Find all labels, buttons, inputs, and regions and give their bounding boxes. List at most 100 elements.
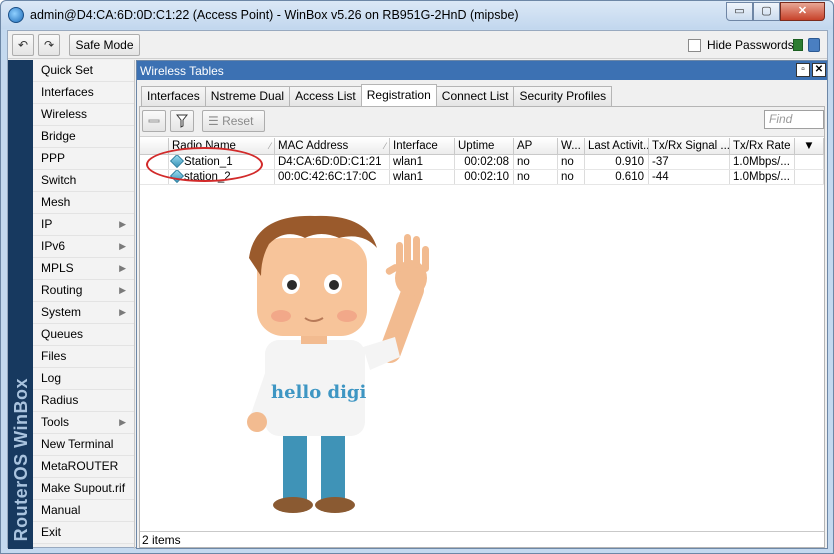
cell-text: 00:02:10 (464, 171, 509, 183)
tab-access-list[interactable]: Access List (289, 86, 362, 106)
sidebar-item[interactable]: MetaROUTER (33, 456, 134, 478)
cell-interface: wlan1 (390, 155, 455, 169)
safe-mode-button[interactable]: Safe Mode (69, 34, 140, 56)
cell-uptime: 00:02:10 (455, 170, 514, 184)
sidebar-item[interactable]: Manual (33, 500, 134, 522)
sidebar-item-label: Manual (41, 503, 81, 517)
column-header[interactable]: W... (558, 138, 585, 154)
row-end-cell (795, 170, 824, 184)
cell-mac: 00:0C:42:6C:17:0C (275, 170, 390, 184)
sidebar-item[interactable]: System ▶ (33, 302, 134, 324)
cell-rate: 1.0Mbps/... (730, 155, 795, 169)
cell-text: 00:0C:42:6C:17:0C (278, 171, 377, 183)
lock-icon (808, 38, 820, 52)
minimize-button[interactable]: ▭ (726, 2, 753, 21)
redo-icon: ↷ (43, 38, 55, 52)
maximize-button[interactable]: ▢ (753, 2, 780, 21)
cell-text: 1.0Mbps/... (733, 156, 790, 168)
submenu-arrow-icon: ▶ (119, 417, 126, 427)
sidebar-item-label: MetaROUTER (41, 459, 119, 473)
column-header[interactable]: MAC Address ⁄ (275, 138, 390, 154)
redo-button[interactable]: ↷ (38, 34, 60, 56)
sidebar-item-label: Quick Set (41, 63, 94, 77)
sidebar-item[interactable]: Exit (33, 522, 134, 544)
submenu-arrow-icon: ▶ (119, 219, 126, 229)
wireless-tables-titlebar[interactable]: Wireless Tables ▫ ✕ (137, 61, 827, 80)
hide-passwords-checkbox[interactable] (688, 38, 701, 52)
sidebar-item-label: Files (41, 349, 67, 363)
filter-icon (175, 114, 189, 128)
sidebar-item[interactable]: Radius (33, 390, 134, 412)
wireless-tables-window: Wireless Tables ▫ ✕ Interfaces Nstreme Du… (136, 60, 828, 549)
sidebar-item-label: MPLS (41, 261, 74, 275)
cell-text: -37 (652, 156, 669, 168)
cell-last-activity: 0.910 (585, 155, 649, 169)
sidebar-item[interactable]: Interfaces (33, 82, 134, 104)
find-input[interactable]: Find (764, 110, 824, 129)
cell-text: no (561, 156, 574, 168)
cell-w: no (558, 155, 585, 169)
sidebar-item-label: Tools (41, 415, 70, 429)
sidebar-item-label: Wireless (41, 107, 88, 121)
cell-text: wlan1 (393, 156, 424, 168)
column-header-label: Tx/Rx Rate (733, 140, 791, 152)
cell-ap: no (514, 170, 558, 184)
sidebar-item[interactable]: Log (33, 368, 134, 390)
sidebar-item[interactable]: Bridge (33, 126, 134, 148)
brand-strip: RouterOS WinBox (8, 60, 33, 549)
sidebar-item[interactable]: Quick Set (33, 60, 134, 82)
cell-text: no (517, 156, 530, 168)
brand-label: RouterOS WinBox (11, 377, 31, 541)
column-header[interactable]: Tx/Rx Rate (730, 138, 795, 154)
reset-button[interactable]: ☰ Reset (202, 110, 265, 132)
column-header-label: MAC Address (278, 140, 349, 152)
inner-maximize-button[interactable]: ▫ (796, 63, 810, 77)
hide-passwords-label: Hide Passwords (707, 38, 794, 52)
sidebar-item[interactable]: Tools ▶ (33, 412, 134, 434)
close-button[interactable]: ✕ (780, 2, 825, 21)
column-header[interactable]: AP (514, 138, 558, 154)
sidebar-item[interactable]: MPLS ▶ (33, 258, 134, 280)
column-header-label: AP (517, 140, 533, 152)
sidebar-item[interactable]: IPv6 ▶ (33, 236, 134, 258)
column-header[interactable]: Interface (390, 138, 455, 154)
sidebar-item-label: Interfaces (41, 85, 94, 99)
column-header[interactable]: Tx/Rx Signal ... (649, 138, 730, 154)
remove-button[interactable] (142, 110, 166, 132)
inner-close-button[interactable]: ✕ (812, 63, 826, 77)
submenu-arrow-icon: ▶ (119, 241, 126, 251)
winbox-app-icon (8, 7, 24, 23)
tab-connect-list[interactable]: Connect List (435, 86, 515, 106)
sidebar-item-label: Switch (41, 173, 77, 187)
panel-toolbar: ☰ Reset Find (140, 107, 824, 137)
radio-name-highlight (146, 147, 263, 182)
sidebar-item[interactable]: Wireless (33, 104, 134, 126)
cell-interface: wlan1 (390, 170, 455, 184)
sidebar-item[interactable]: Switch (33, 170, 134, 192)
tab-registration[interactable]: Registration (360, 84, 437, 106)
sidebar-item[interactable]: New Terminal (33, 434, 134, 456)
column-header[interactable]: ▼ (795, 138, 824, 154)
sidebar-item[interactable]: Queues (33, 324, 134, 346)
tab-security-profiles[interactable]: Security Profiles (513, 86, 613, 106)
item-count: 2 items (142, 533, 181, 547)
sidebar-item[interactable]: PPP (33, 148, 134, 170)
undo-button[interactable]: ↶ (12, 34, 34, 56)
submenu-arrow-icon: ▶ (119, 307, 126, 317)
cell-text: 1.0Mbps/... (733, 171, 790, 183)
column-header[interactable]: Uptime (455, 138, 514, 154)
tab-interfaces[interactable]: Interfaces (141, 86, 206, 106)
sidebar-item[interactable]: Routing ▶ (33, 280, 134, 302)
sidebar-item[interactable]: Files (33, 346, 134, 368)
tab-nstreme-dual[interactable]: Nstreme Dual (204, 86, 291, 106)
sidebar-item[interactable]: Make Supout.rif (33, 478, 134, 500)
column-header[interactable]: Last Activit... (585, 138, 649, 154)
title-bar[interactable]: admin@D4:CA:6D:0D:C1:22 (Access Point) -… (1, 1, 833, 29)
status-indicator-icon (793, 39, 803, 51)
hide-passwords-toggle[interactable]: Hide Passwords (688, 38, 794, 52)
sidebar-item[interactable]: Mesh (33, 192, 134, 214)
sidebar-item[interactable]: IP ▶ (33, 214, 134, 236)
cell-ap: no (514, 155, 558, 169)
window-title: admin@D4:CA:6D:0D:C1:22 (Access Point) -… (30, 8, 519, 22)
filter-button[interactable] (170, 110, 194, 132)
